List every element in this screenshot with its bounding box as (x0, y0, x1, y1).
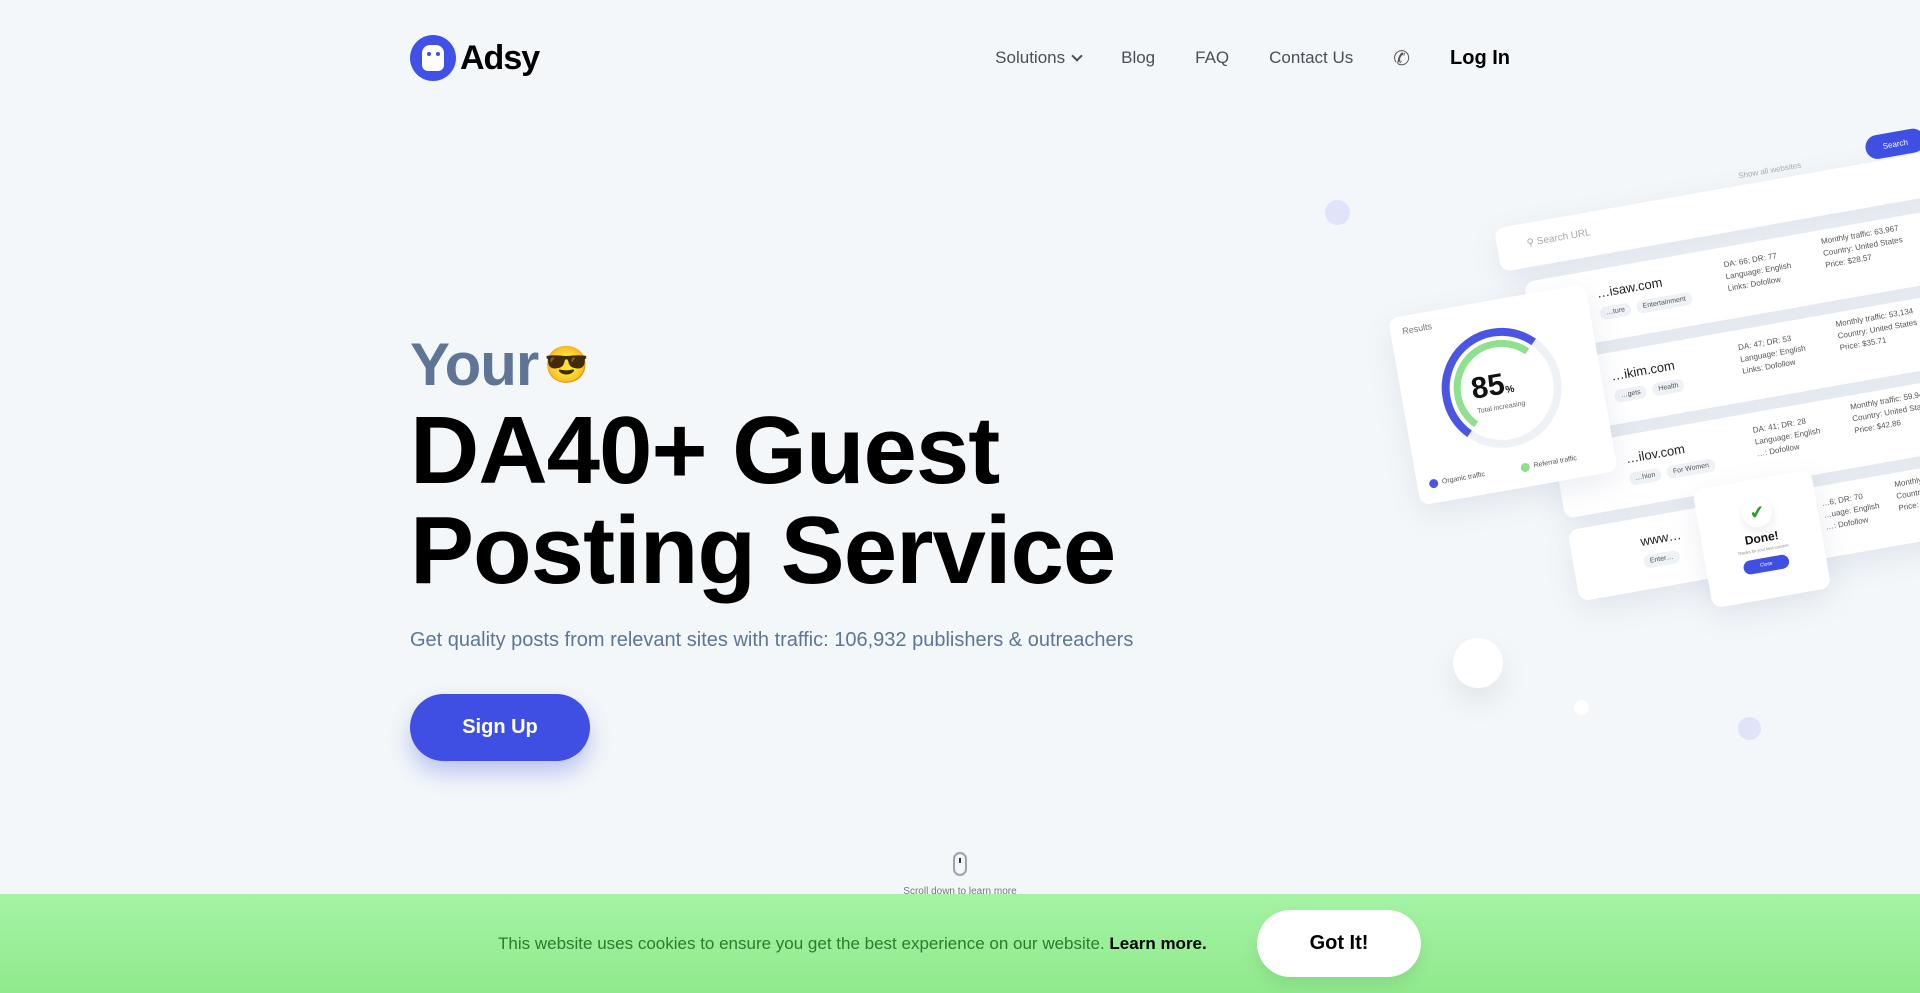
search-button-mock: Search (1863, 126, 1920, 161)
search-icon-placeholder: ⚲ Search URL (1526, 227, 1592, 250)
decor-bubble (1325, 200, 1350, 225)
tag: …hion (1628, 467, 1663, 486)
mouse-scroll-icon[interactable] (953, 852, 967, 876)
site-metrics: DA: 41; DR: 28 Language: English…: Dofoll… (1752, 416, 1821, 459)
results-value: 85% (1468, 367, 1516, 406)
nav-blog[interactable]: Blog (1121, 48, 1155, 68)
cookie-banner: This website uses cookies to ensure you … (0, 894, 1920, 993)
checkmark-icon: ✔ (1739, 495, 1775, 530)
decor-bubble (1574, 700, 1589, 715)
nav-solutions-label: Solutions (995, 48, 1066, 67)
results-label: Results (1401, 321, 1433, 337)
title-line-1: DA40+ Guest (410, 397, 1000, 504)
tag: Entertainment (1635, 291, 1693, 315)
tag: …ture (1599, 302, 1633, 321)
sign-up-button[interactable]: Sign Up (410, 694, 590, 761)
tag: …gets (1613, 384, 1648, 404)
main-nav: Solutions Blog FAQ Contact Us ✆ Log In (995, 46, 1510, 71)
cookie-text: This website uses cookies to ensure you … (498, 934, 1105, 953)
search-placeholder: Search URL (1535, 227, 1592, 248)
nav-contact[interactable]: Contact Us (1269, 48, 1353, 68)
nav-faq[interactable]: FAQ (1195, 48, 1229, 68)
site-stats: Monthly traffic: 59,948 Country: United S… (1849, 389, 1920, 436)
hero: Your 😎 DA40+ Guest Posting Service Get qua… (410, 330, 1133, 761)
done-card: ✔ Done! Thanks for your kind concern. Cl… (1692, 469, 1832, 609)
owl-logo-icon (410, 35, 456, 81)
site-stats: Monthly traffic: 53,134 Country: United S… (1834, 306, 1918, 353)
login-link[interactable]: Log In (1450, 47, 1510, 70)
header: Adsy Solutions Blog FAQ Contact Us ✆ Log… (410, 30, 1510, 86)
domain: …ikim.com (1609, 357, 1676, 384)
hero-title: DA40+ Guest Posting Service (410, 401, 1133, 601)
dashboard-illustration: ⚲ Search URL Show all websites Search …i… (1387, 60, 1920, 623)
sunglasses-emoji-icon: 😎 (544, 343, 589, 385)
legend-organic: Organic traffic (1428, 470, 1486, 489)
hero-subtitle: Get quality posts from relevant sites wi… (410, 629, 1134, 651)
tags: …gets Health (1613, 378, 1686, 404)
tag: For Women (1666, 458, 1716, 480)
cookie-message: This website uses cookies to ensure you … (498, 934, 1207, 954)
domain: www… (1639, 527, 1683, 549)
site-metrics: DA: 47; DR: 53 Language: English Links: Do… (1737, 333, 1807, 376)
results-card: Results 85% Total increasing Organic tra… (1387, 283, 1618, 506)
got-it-button[interactable]: Got It! (1257, 910, 1421, 977)
filter-select: Show all websites (1737, 160, 1802, 181)
tag: Enter… (1642, 549, 1681, 569)
chevron-down-icon (1071, 50, 1083, 62)
site-metrics: …6; DR: 70 …uage: English…: Dofollow (1820, 491, 1881, 532)
hero-eyebrow: Your 😎 (410, 330, 1133, 399)
brand-name: Adsy (460, 38, 540, 77)
decor-bubble (1738, 717, 1761, 740)
legend-referral: Referral traffic (1520, 454, 1578, 473)
phone-icon[interactable]: ✆ (1393, 46, 1410, 71)
tag: Health (1651, 378, 1686, 397)
title-line-2: Posting Service (410, 497, 1116, 604)
decor-bubble (1453, 638, 1503, 688)
domain: …isaw.com (1595, 274, 1664, 301)
close-button-mock: Close (1742, 553, 1791, 576)
site-metrics: DA: 66; DR: 77 Language: English Links: Do… (1722, 251, 1792, 294)
nav-solutions[interactable]: Solutions (995, 48, 1083, 68)
learn-more-link[interactable]: Learn more. (1109, 934, 1206, 953)
site-stats: Monthly traffic: 83,5…Country: United St… (1893, 467, 1920, 513)
site-stats: Monthly traffic: 63,967 Country: United S… (1820, 223, 1904, 270)
eyebrow-text: Your (410, 331, 539, 398)
logo[interactable]: Adsy (410, 35, 540, 81)
domain: …ilov.com (1624, 441, 1686, 467)
tags: Enter… (1642, 549, 1681, 569)
